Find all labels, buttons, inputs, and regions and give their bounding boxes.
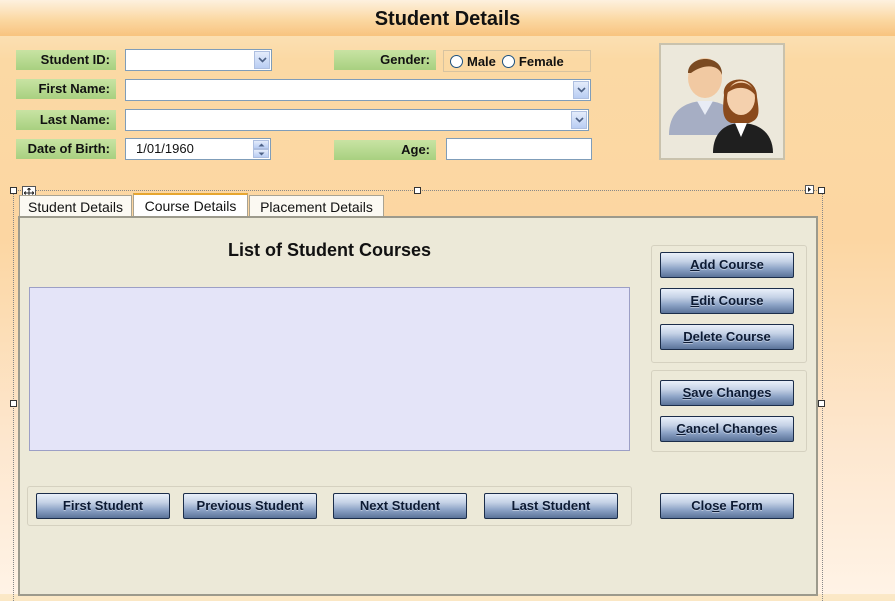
tab-course-details[interactable]: Course Details — [133, 193, 248, 217]
resize-handle[interactable] — [818, 400, 825, 407]
resize-handle[interactable] — [10, 400, 17, 407]
male-radio-label[interactable]: Male — [467, 54, 496, 69]
last-name-label: Last Name: — [16, 110, 116, 130]
resize-handle[interactable] — [414, 187, 421, 194]
chevron-down-icon[interactable] — [254, 51, 270, 69]
tab-scroll-right-icon[interactable] — [805, 185, 814, 194]
dob-date-picker[interactable]: 1/01/1960 — [125, 138, 271, 160]
student-id-combobox[interactable] — [125, 49, 272, 71]
dob-value: 1/01/1960 — [136, 141, 194, 156]
previous-student-button[interactable]: Previous Student — [183, 493, 317, 519]
add-course-button[interactable]: Add Course — [660, 252, 794, 278]
delete-course-button[interactable]: Delete Course — [660, 324, 794, 350]
age-field[interactable] — [446, 138, 592, 160]
last-student-button[interactable]: Last Student — [484, 493, 618, 519]
courses-list[interactable] — [29, 287, 630, 451]
gender-label: Gender: — [334, 50, 436, 70]
student-photo[interactable] — [659, 43, 785, 160]
resize-handle[interactable] — [10, 187, 17, 194]
first-student-button[interactable]: First Student — [36, 493, 170, 519]
chevron-down-icon[interactable] — [571, 111, 587, 129]
first-name-label: First Name: — [16, 79, 116, 99]
dob-label: Date of Birth: — [16, 139, 116, 159]
student-id-label: Student ID: — [16, 50, 116, 70]
chevron-down-icon[interactable] — [573, 81, 589, 99]
gender-radio-group: Male Female — [443, 50, 591, 72]
cancel-changes-button[interactable]: Cancel Changes — [660, 416, 794, 442]
first-name-combobox[interactable] — [125, 79, 591, 101]
form-title: Student Details — [0, 0, 895, 36]
spin-arrows-icon[interactable] — [253, 140, 269, 158]
course-details-panel: List of Student Courses Add Course Edit … — [18, 216, 818, 596]
spin-up-icon[interactable] — [253, 140, 269, 149]
save-changes-button[interactable]: Save Changes — [660, 380, 794, 406]
spin-down-icon[interactable] — [253, 149, 269, 158]
next-student-button[interactable]: Next Student — [333, 493, 467, 519]
resize-handle[interactable] — [818, 187, 825, 194]
last-name-combobox[interactable] — [125, 109, 589, 131]
people-icon — [669, 58, 773, 153]
tab-placement-details[interactable]: Placement Details — [249, 195, 384, 217]
age-label: Age: — [334, 140, 436, 160]
close-form-button[interactable]: Close Form — [660, 493, 794, 519]
female-radio-label[interactable]: Female — [519, 54, 564, 69]
panel-heading: List of Student Courses — [227, 240, 431, 260]
tab-student-details[interactable]: Student Details — [19, 195, 132, 217]
female-radio[interactable] — [501, 54, 515, 68]
edit-course-button[interactable]: Edit Course — [660, 288, 794, 314]
male-radio[interactable] — [450, 54, 463, 68]
